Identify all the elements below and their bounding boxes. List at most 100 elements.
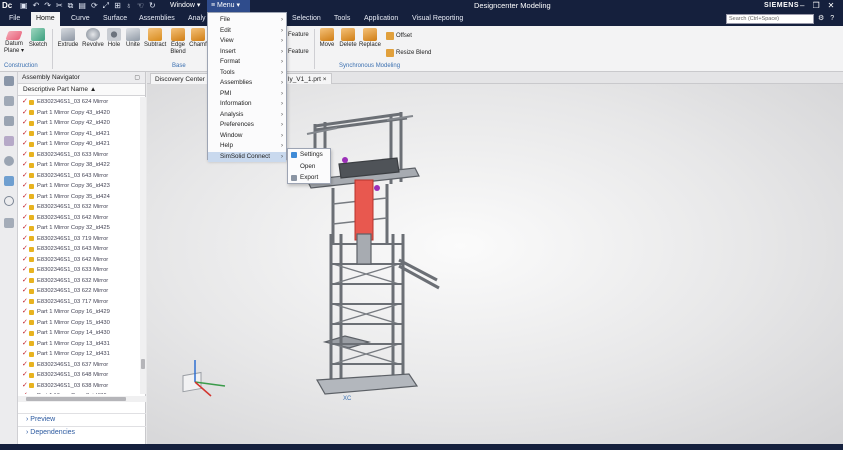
tree-row[interactable]: ✓ Part 1 Mirror Copy 15_id430 — [18, 318, 140, 329]
tree-row[interactable]: ✓ Part 1 Mirror Copy 35_id424 — [18, 192, 140, 203]
menu-item-edit[interactable]: Edit › — [208, 26, 286, 37]
menu-item-insert[interactable]: Insert › — [208, 47, 286, 58]
close-icon[interactable]: ✕ — [828, 0, 835, 12]
repeat-icon[interactable]: ⟳ — [91, 0, 98, 12]
edge-blend-button[interactable]: Edge Blend — [168, 28, 188, 56]
minimize-icon[interactable]: – — [800, 0, 804, 12]
microphone-icon[interactable]: ♁ — [126, 0, 132, 12]
resize-blend-button[interactable]: Resize Blend — [386, 49, 431, 57]
reuse-library-icon[interactable] — [4, 136, 14, 146]
tab-file[interactable]: File — [4, 12, 25, 26]
settings-icon[interactable]: ⚙ — [818, 12, 824, 26]
tab-home[interactable]: Home — [31, 12, 60, 26]
save-icon[interactable]: ▣ — [20, 0, 28, 12]
submenu-item-export[interactable]: Export — [288, 173, 330, 184]
tree-row[interactable]: ✓ E8302346S1_03 642 Mirror — [18, 213, 140, 224]
visibility-check-icon[interactable]: ✓ — [22, 328, 28, 339]
tree-row[interactable]: ✓ E8302346S1_03 632 Mirror — [18, 202, 140, 213]
menu-item-preferences[interactable]: Preferences › — [208, 120, 286, 131]
feature-button-2[interactable]: Feature — [288, 49, 309, 55]
visibility-check-icon[interactable]: ✓ — [22, 97, 28, 108]
tree-row[interactable]: ✓ Part 1 Mirror Copy 14_id430 — [18, 328, 140, 339]
cut-icon[interactable]: ✂ — [56, 0, 63, 12]
constraint-navigator-icon[interactable] — [4, 116, 14, 126]
tree-row[interactable]: ✓ Part 1 Mirror Copy 38_id422 — [18, 160, 140, 171]
undo-icon[interactable]: ↶ — [33, 0, 40, 12]
tree-row[interactable]: ✓ E8302346S1_03 717 Mirror — [18, 297, 140, 308]
tree-row[interactable]: ✓ Part 1 Mirror Copy 40_id421 — [18, 139, 140, 150]
tree-row[interactable]: ✓ E8302346S1_03 632 Mirror — [18, 276, 140, 287]
chamfer-button[interactable]: Chamf — [189, 28, 207, 49]
tab-discovery-center[interactable]: Discovery Center — [150, 73, 210, 84]
tree-row[interactable]: ✓ E8302346S1_03 642 Mirror — [18, 255, 140, 266]
restore-icon[interactable]: ❐ — [812, 0, 819, 12]
tree-row[interactable]: ✓ Part 1 Mirror Copy 16_id429 — [18, 307, 140, 318]
visibility-check-icon[interactable]: ✓ — [22, 150, 28, 161]
visibility-check-icon[interactable]: ✓ — [22, 171, 28, 182]
hole-button[interactable]: Hole — [106, 28, 122, 49]
menu-item-pmi[interactable]: PMI › — [208, 89, 286, 100]
visibility-check-icon[interactable]: ✓ — [22, 244, 28, 255]
menu-item-view[interactable]: View › — [208, 36, 286, 47]
visibility-check-icon[interactable]: ✓ — [22, 181, 28, 192]
refresh-icon[interactable]: ↻ — [149, 0, 156, 12]
roles-icon[interactable] — [4, 218, 14, 228]
visibility-check-icon[interactable]: ✓ — [22, 255, 28, 266]
navigator-horizontal-scrollbar[interactable] — [18, 396, 146, 402]
paste-icon[interactable]: ▤ — [78, 0, 86, 12]
fit-icon[interactable]: ⤢ — [103, 0, 109, 12]
menu-item-tools[interactable]: Tools › — [208, 68, 286, 79]
visibility-check-icon[interactable]: ✓ — [22, 391, 28, 394]
pin-icon[interactable]: ▢ — [134, 72, 140, 84]
menu-item-help[interactable]: Help › — [208, 141, 286, 152]
tree-row[interactable]: ✓ Part 1 Mirror Copy 32_id425 — [18, 223, 140, 234]
tree-row[interactable]: ✓ E8302346S1_03 633 Mirror — [18, 265, 140, 276]
visibility-check-icon[interactable]: ✓ — [22, 192, 28, 203]
visibility-check-icon[interactable]: ✓ — [22, 276, 28, 287]
tab-assembly-part[interactable]: ly_V1_1.prt × — [283, 73, 332, 84]
view-triad-icon[interactable] — [182, 360, 226, 397]
tree-row[interactable]: ✓ E8302346S1_03 633 Mirror — [18, 150, 140, 161]
tree-row[interactable]: ✓ Part 1 Mirror Copy 36_id423 — [18, 181, 140, 192]
redo-icon[interactable]: ↷ — [44, 0, 51, 12]
tab-selection[interactable]: Selection — [287, 12, 326, 26]
visibility-check-icon[interactable]: ✓ — [22, 129, 28, 140]
visibility-check-icon[interactable]: ✓ — [22, 307, 28, 318]
visibility-check-icon[interactable]: ✓ — [22, 265, 28, 276]
unite-button[interactable]: Unite — [124, 28, 142, 49]
tree-row[interactable]: ✓ E8302346S1_03 719 Mirror — [18, 234, 140, 245]
delete-button[interactable]: Delete — [338, 28, 358, 49]
assembly-navigator-icon[interactable] — [4, 76, 14, 86]
tree-row[interactable]: ✓ E8302346S1_03 643 Mirror — [18, 244, 140, 255]
tree-row[interactable]: ✓ E8302346S1_03 643 Mirror — [18, 171, 140, 182]
visibility-check-icon[interactable]: ✓ — [22, 349, 28, 360]
copy-icon[interactable]: ⧉ — [68, 0, 74, 12]
menu-item-simsolid-connect[interactable]: SimSolid Connect › — [208, 151, 286, 162]
system-materials-icon[interactable] — [4, 176, 14, 186]
command-search-input[interactable]: Search (Ctrl+Space) — [726, 14, 814, 24]
visibility-check-icon[interactable]: ✓ — [22, 339, 28, 350]
visibility-check-icon[interactable]: ✓ — [22, 318, 28, 329]
visibility-check-icon[interactable]: ✓ — [22, 370, 28, 381]
close-tab-icon[interactable]: × — [323, 76, 327, 83]
tree-row[interactable]: ✓ Part 1 Mirror Copy 41_id421 — [18, 129, 140, 140]
navigator-vertical-scrollbar[interactable] — [140, 97, 146, 394]
preview-panel[interactable]: › Preview — [18, 413, 146, 425]
menu-item-assemblies[interactable]: Assemblies › — [208, 78, 286, 89]
menu-item-window[interactable]: Window › — [208, 131, 286, 142]
tab-tools[interactable]: Tools — [329, 12, 355, 26]
tab-application[interactable]: Application — [359, 12, 403, 26]
move-button[interactable]: Move — [318, 28, 336, 49]
tree-row[interactable]: ✓ Part 1 Mirror Copy 42_id420 — [18, 118, 140, 129]
datum-plane-button[interactable]: Datum Plane ▾ — [4, 28, 24, 55]
tree-row[interactable]: ✓ E8302346S1_03 637 Mirror — [18, 360, 140, 371]
visibility-check-icon[interactable]: ✓ — [22, 234, 28, 245]
scroll-thumb[interactable] — [26, 397, 126, 401]
tree-row[interactable]: ✓ Part 1 Mirror Copy 8_id436 — [18, 391, 140, 394]
sketch-button[interactable]: Sketch — [28, 28, 48, 49]
part-navigator-icon[interactable] — [4, 96, 14, 106]
tree-row[interactable]: ✓ E8302346S1_03 638 Mirror — [18, 381, 140, 392]
help-icon[interactable]: ? — [830, 12, 834, 26]
visibility-check-icon[interactable]: ✓ — [22, 223, 28, 234]
feature-button-1[interactable]: Feature — [288, 32, 309, 38]
